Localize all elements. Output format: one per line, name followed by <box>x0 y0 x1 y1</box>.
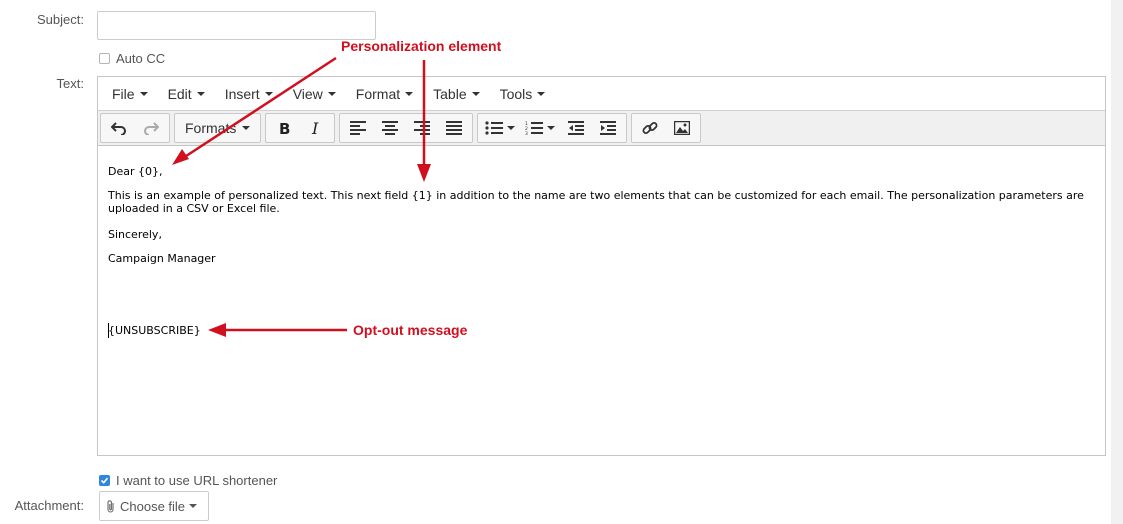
image-button[interactable] <box>666 115 698 141</box>
subject-label: Subject: <box>37 12 84 27</box>
align-center-button[interactable] <box>374 115 406 141</box>
menu-table[interactable]: Table <box>423 77 489 110</box>
bold-button[interactable]: B <box>268 115 300 141</box>
caret-down-icon <box>189 504 198 508</box>
caret-down-icon <box>471 91 480 96</box>
personalization-annotation: Personalization element <box>341 38 502 54</box>
attachment-label: Attachment: <box>14 498 84 513</box>
menu-tools[interactable]: Tools <box>490 77 556 110</box>
menu-label: File <box>112 85 135 102</box>
greeting-text: Dear {0}, <box>108 165 163 178</box>
caret-down-icon <box>537 91 546 96</box>
indent-button[interactable] <box>592 115 624 141</box>
menu-label: Format <box>355 85 401 102</box>
body-text: This is an example of personalized text.… <box>108 189 1084 215</box>
svg-text:B: B <box>279 121 290 135</box>
outdent-icon <box>568 121 585 135</box>
redo-icon <box>144 122 159 135</box>
list-group: 123 <box>477 113 628 143</box>
history-group <box>100 113 170 143</box>
formats-label: Formats <box>185 120 237 136</box>
text-cursor <box>108 323 109 338</box>
bullet-list-icon <box>485 121 504 135</box>
caret-down-icon <box>139 91 148 96</box>
url-shortener-label: I want to use URL shortener <box>116 473 278 488</box>
formats-dropdown[interactable]: Formats <box>177 115 258 141</box>
page-scrollbar[interactable] <box>1111 0 1123 524</box>
image-icon <box>674 121 691 135</box>
svg-text:3: 3 <box>525 131 528 135</box>
indent-icon <box>600 121 617 135</box>
unsubscribe-placeholder: {UNSUBSCRIBE} <box>108 324 201 337</box>
style-group: B I <box>265 113 336 143</box>
numbered-list-button[interactable]: 123 <box>520 115 560 141</box>
bullet-list-button[interactable] <box>480 115 520 141</box>
auto-cc-checkbox[interactable] <box>99 53 110 64</box>
caret-down-icon <box>242 126 251 130</box>
caret-down-icon <box>264 91 273 96</box>
undo-button[interactable] <box>103 115 135 141</box>
menu-view[interactable]: View <box>283 77 346 110</box>
rich-text-editor: File Edit Insert View Format Table Tools… <box>97 76 1106 456</box>
align-right-button[interactable] <box>406 115 438 141</box>
caret-down-icon <box>507 126 516 130</box>
paperclip-icon <box>107 499 114 513</box>
insert-group <box>631 113 702 143</box>
url-shortener-checkbox[interactable] <box>99 475 110 486</box>
auto-cc-label: Auto CC <box>116 51 166 66</box>
italic-icon: I <box>311 121 319 135</box>
closing-text: Sincerely, <box>108 228 162 241</box>
align-justify-icon <box>446 121 463 135</box>
caret-down-icon <box>547 126 556 130</box>
outdent-button[interactable] <box>560 115 592 141</box>
align-justify-button[interactable] <box>438 115 470 141</box>
auto-cc-row[interactable]: Auto CC <box>99 51 165 66</box>
menu-label: View <box>292 85 323 102</box>
caret-down-icon <box>196 91 205 96</box>
italic-button[interactable]: I <box>300 115 332 141</box>
subject-input[interactable] <box>97 11 376 40</box>
opt-out-annotation: Opt-out message <box>353 322 468 338</box>
choose-file-button[interactable]: Choose file <box>99 491 209 521</box>
checkmark-icon <box>100 477 109 484</box>
choose-file-label: Choose file <box>120 498 186 514</box>
numbered-list-icon: 123 <box>525 121 544 135</box>
signature-text: Campaign Manager <box>108 252 216 265</box>
editor-toolbar: Formats B I 1 2 3 <box>98 110 1105 146</box>
caret-down-icon <box>327 91 336 96</box>
link-button[interactable] <box>634 115 666 141</box>
url-shortener-row[interactable]: I want to use URL shortener <box>99 473 277 488</box>
menu-label: Edit <box>167 85 192 102</box>
align-center-icon <box>382 121 399 135</box>
align-left-icon <box>350 121 367 135</box>
menu-insert[interactable]: Insert <box>215 77 283 110</box>
svg-text:I: I <box>311 121 319 135</box>
redo-button[interactable] <box>135 115 167 141</box>
align-right-icon <box>414 121 431 135</box>
menu-file[interactable]: File <box>102 77 158 110</box>
menu-format[interactable]: Format <box>346 77 423 110</box>
caret-down-icon <box>405 91 414 96</box>
formats-group: Formats <box>174 113 262 143</box>
menu-edit[interactable]: Edit <box>158 77 215 110</box>
undo-icon <box>111 122 126 135</box>
menu-label: Table <box>433 85 467 102</box>
menu-label: Tools <box>499 85 533 102</box>
align-left-button[interactable] <box>342 115 374 141</box>
editor-menubar: File Edit Insert View Format Table Tools <box>98 77 1105 110</box>
bold-icon: B <box>279 121 290 135</box>
link-icon <box>642 122 658 134</box>
text-label: Text: <box>56 76 84 91</box>
menu-label: Insert <box>224 85 260 102</box>
align-group <box>339 113 474 143</box>
